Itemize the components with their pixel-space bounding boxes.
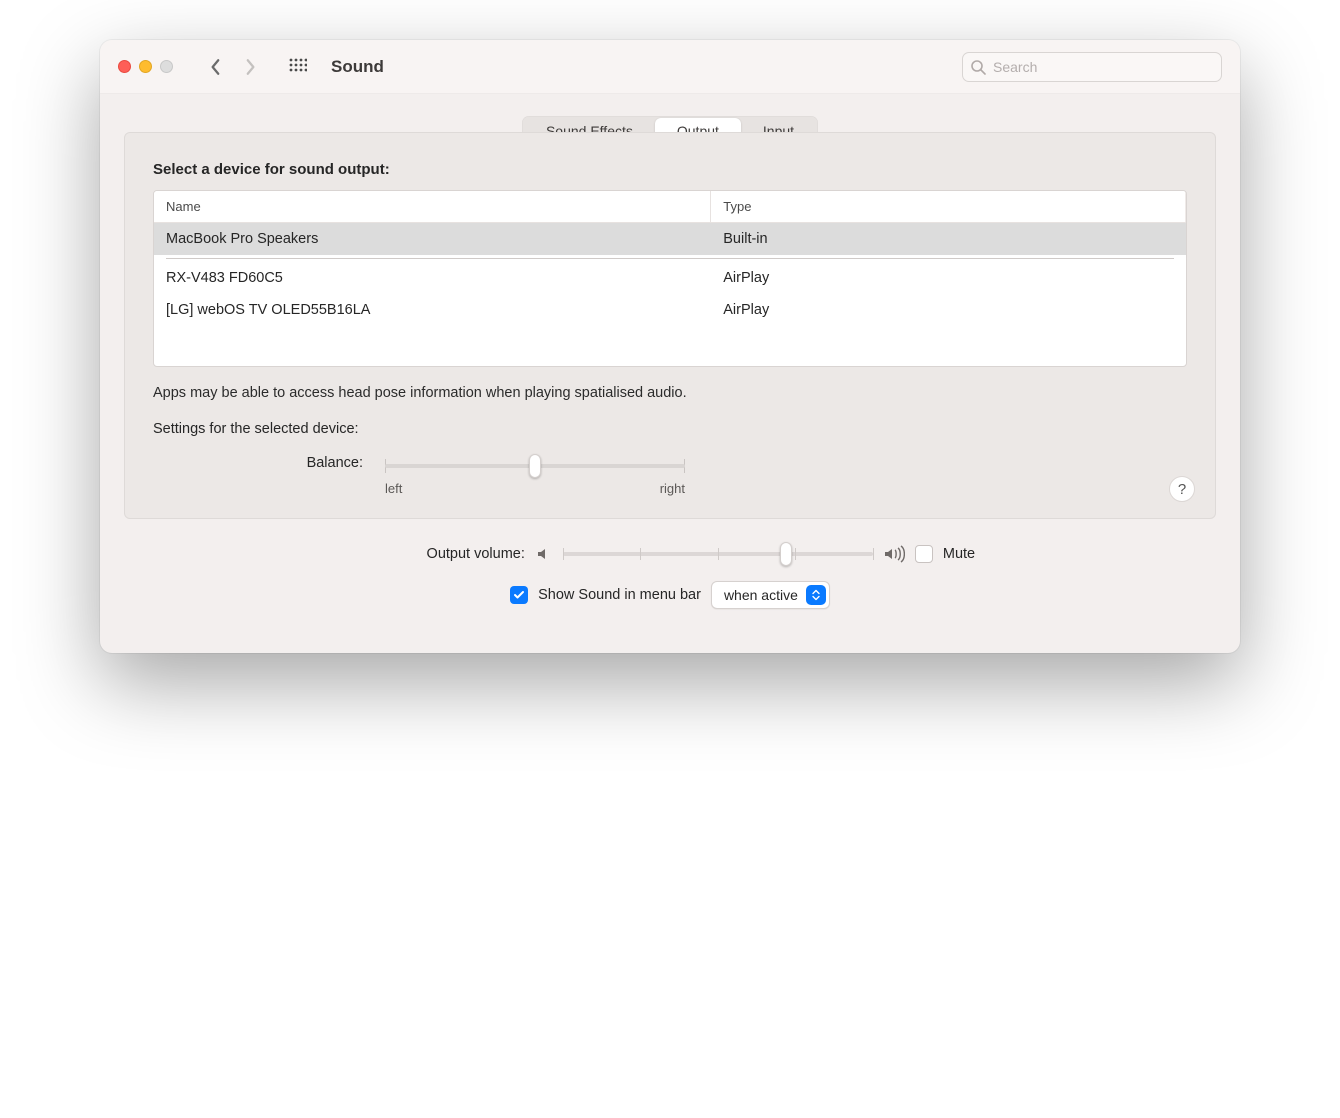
spatial-audio-note: Apps may be able to access head pose inf…: [153, 385, 1187, 401]
device-type: AirPlay: [711, 262, 1186, 294]
device-table-body: MacBook Pro Speakers Built-in RX-V483 FD…: [154, 223, 1186, 366]
balance-legend: left right: [385, 481, 685, 496]
titlebar: Sound: [100, 40, 1240, 94]
volume-high-icon: [883, 545, 905, 563]
device-type: Built-in: [711, 223, 1186, 255]
show-in-menu-label: Show Sound in menu bar: [538, 587, 701, 603]
balance-row: Balance: left right: [153, 455, 1187, 496]
show-in-menu-row: Show Sound in menu bar when active: [152, 581, 1188, 609]
footer: Output volume: Mute: [124, 519, 1216, 609]
balance-right-label: right: [660, 481, 685, 496]
slider-tick: [795, 548, 796, 560]
pane-title: Sound: [331, 57, 384, 77]
content-area: Sound Effects Output Input Select a devi…: [100, 94, 1240, 653]
device-name: [LG] webOS TV OLED55B16LA: [154, 294, 711, 326]
device-table: Name Type MacBook Pro Speakers Built-in …: [153, 190, 1187, 367]
menu-mode-select[interactable]: when active: [711, 581, 830, 609]
forward-button[interactable]: [235, 52, 265, 82]
device-settings-label: Settings for the selected device:: [153, 421, 1187, 437]
slider-thumb[interactable]: [529, 454, 541, 478]
check-icon: [513, 589, 525, 601]
device-row[interactable]: MacBook Pro Speakers Built-in: [154, 223, 1186, 255]
device-table-header: Name Type: [154, 191, 1186, 223]
search-field[interactable]: [962, 52, 1222, 82]
balance-left-label: left: [385, 481, 402, 496]
column-type[interactable]: Type: [711, 191, 1186, 222]
device-type: AirPlay: [711, 294, 1186, 326]
sound-prefs-window: Sound Sound Effects Output Input Select …: [100, 40, 1240, 653]
show-in-menu-checkbox[interactable]: [510, 586, 528, 604]
device-name: RX-V483 FD60C5: [154, 262, 711, 294]
device-row[interactable]: [LG] webOS TV OLED55B16LA AirPlay: [154, 294, 1186, 326]
slider-tick: [718, 548, 719, 560]
balance-label: Balance:: [293, 455, 363, 471]
chevron-left-icon: [209, 58, 223, 76]
mute-checkbox[interactable]: [915, 545, 933, 563]
volume-low-icon: [535, 545, 553, 563]
window-controls: [118, 60, 173, 73]
slider-tick: [563, 548, 564, 560]
output-volume-row: Output volume: Mute: [152, 543, 1188, 565]
select-stepper-icon: [806, 585, 826, 605]
show-all-button[interactable]: [283, 52, 313, 82]
device-row[interactable]: RX-V483 FD60C5 AirPlay: [154, 262, 1186, 294]
output-volume-label: Output volume:: [365, 546, 525, 562]
chevron-right-icon: [243, 58, 257, 76]
menu-mode-value: when active: [724, 587, 798, 603]
output-panel: Select a device for sound output: Name T…: [124, 132, 1216, 519]
device-name: MacBook Pro Speakers: [154, 223, 711, 255]
output-heading: Select a device for sound output:: [153, 161, 1187, 178]
slider-thumb[interactable]: [780, 542, 792, 566]
minimize-window-button[interactable]: [139, 60, 152, 73]
slider-tick: [873, 548, 874, 560]
grid-icon: [289, 58, 307, 76]
help-button[interactable]: ?: [1169, 476, 1195, 502]
nav-buttons: [201, 52, 265, 82]
search-icon: [970, 59, 986, 75]
mute-label: Mute: [943, 546, 975, 562]
column-name[interactable]: Name: [154, 191, 711, 222]
close-window-button[interactable]: [118, 60, 131, 73]
divider: [166, 258, 1174, 259]
output-volume-slider[interactable]: [563, 543, 873, 565]
search-input[interactable]: [962, 52, 1222, 82]
slider-tick: [640, 548, 641, 560]
balance-slider[interactable]: [385, 455, 685, 477]
back-button[interactable]: [201, 52, 231, 82]
zoom-window-button[interactable]: [160, 60, 173, 73]
